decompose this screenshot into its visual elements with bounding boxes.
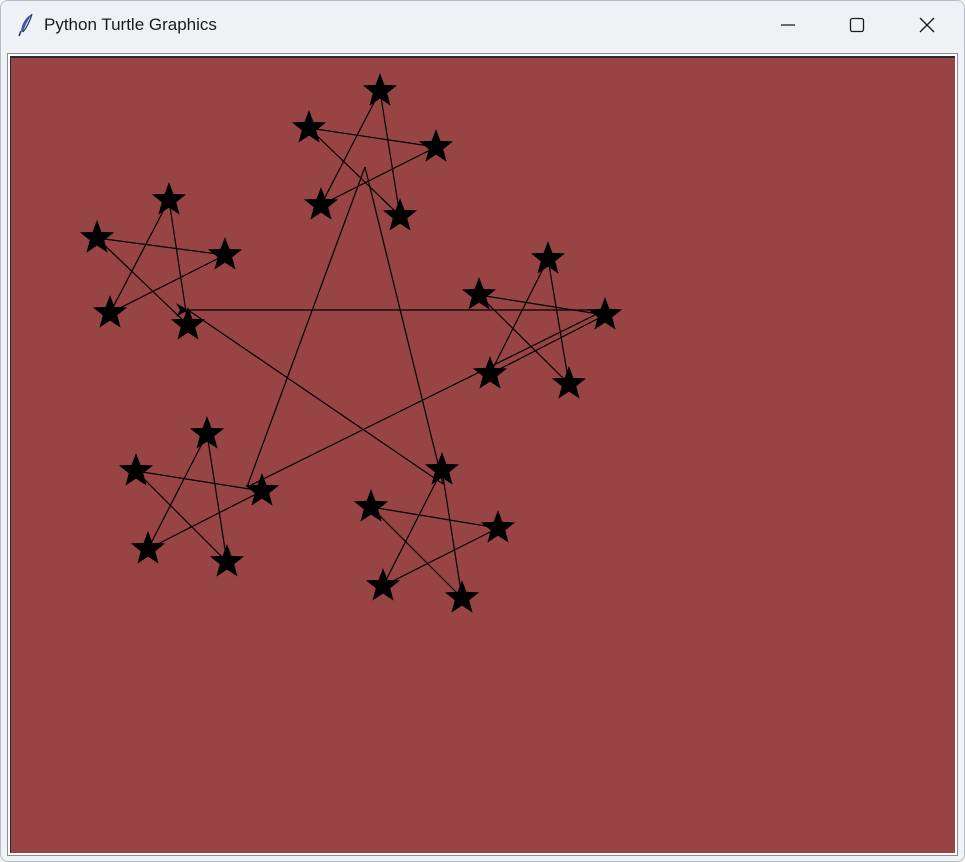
close-button[interactable] <box>894 1 960 49</box>
maximize-button[interactable] <box>824 1 890 49</box>
feather-icon <box>17 13 37 37</box>
minimize-icon <box>781 24 795 26</box>
turtle-window: Python Turtle Graphics <box>0 0 965 862</box>
close-icon <box>919 17 935 33</box>
minimize-button[interactable] <box>755 1 821 49</box>
turtle-canvas[interactable] <box>10 56 955 853</box>
canvas-frame <box>7 53 958 856</box>
canvas-background <box>11 58 955 853</box>
window-title: Python Turtle Graphics <box>44 15 217 34</box>
maximize-icon <box>849 17 865 33</box>
title-bar[interactable]: Python Turtle Graphics <box>1 1 964 49</box>
turtle-drawing <box>11 58 955 853</box>
